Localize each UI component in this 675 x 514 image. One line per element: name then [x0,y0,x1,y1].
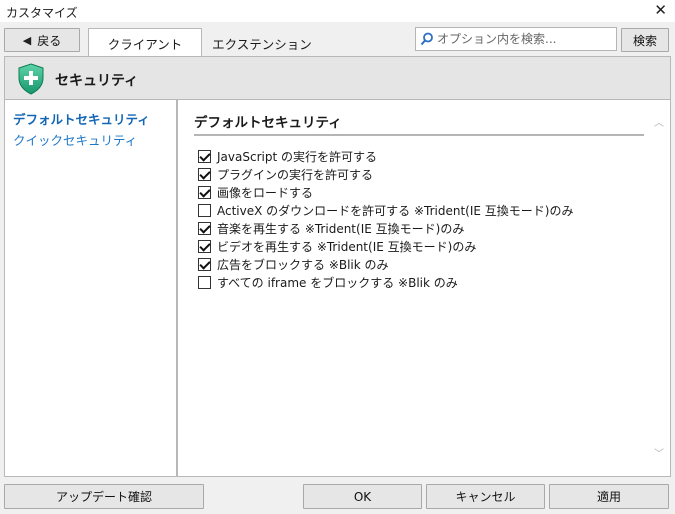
checkbox[interactable] [198,275,211,289]
option-block-ads[interactable]: 広告をブロックする ※Blik のみ [198,255,389,273]
ok-button[interactable]: OK [303,484,422,509]
checkbox[interactable] [198,203,211,217]
option-label: 広告をブロックする ※Blik のみ [217,257,389,272]
checkbox[interactable] [198,221,211,235]
window-title: カスタマイズ [6,6,78,20]
back-button[interactable]: ◀ 戻る [4,28,80,52]
back-arrow-icon: ◀ [22,33,32,47]
apply-label: 適用 [596,490,621,504]
search-button[interactable]: 検索 [621,28,669,52]
tab-extension-label: エクステンション [212,36,312,52]
option-label: 画像をロードする [217,185,314,200]
sidebar: デフォルトセキュリティ クイックセキュリティ [4,100,177,477]
tab-extension[interactable]: エクステンション [206,30,318,56]
sidebar-item-default-security[interactable]: デフォルトセキュリティ [13,109,150,128]
settings-panel: デフォルトセキュリティ JavaScript の実行を許可する プラグインの実行… [177,100,671,477]
checkbox[interactable] [198,167,211,181]
option-block-iframe[interactable]: すべての iframe をブロックする ※Blik のみ [198,273,458,291]
back-button-label: 戻る [37,33,62,48]
check-update-button[interactable]: アップデート確認 [4,484,204,509]
check-update-label: アップデート確認 [55,490,152,504]
search-button-label: 検索 [632,33,657,48]
option-plugins[interactable]: プラグインの実行を許可する [198,165,373,183]
option-label: ビデオを再生する ※Trident(IE 互換モード)のみ [217,239,477,254]
option-images[interactable]: 画像をロードする [198,183,313,201]
option-activex[interactable]: ActiveX のダウンロードを許可する ※Trident(IE 互換モード)の… [198,201,573,219]
scroll-down-icon[interactable]: ﹀ [654,445,664,460]
cancel-label: キャンセル [455,490,516,504]
tab-client-label: クライアント [107,36,183,52]
ok-label: OK [353,489,372,504]
option-label: プラグインの実行を許可する [217,167,374,182]
close-icon[interactable]: ✕ [654,1,667,19]
shield-plus-icon [18,63,44,95]
checkbox[interactable] [198,239,211,253]
option-label: JavaScript の実行を許可する [217,149,377,164]
scroll-up-icon[interactable]: ︿ [654,114,664,129]
toolbar: ◀ 戻る クライアント エクステンション 検索 [0,22,675,57]
search-icon [420,32,433,46]
checkbox[interactable] [198,257,211,271]
option-label: すべての iframe をブロックする ※Blik のみ [217,275,458,290]
page-title: セキュリティ [55,73,139,89]
option-javascript[interactable]: JavaScript の実行を許可する [198,147,377,165]
section-divider [194,134,644,136]
option-music[interactable]: 音楽を再生する ※Trident(IE 互換モード)のみ [198,219,464,237]
cancel-button[interactable]: キャンセル [426,484,545,509]
option-label: ActiveX のダウンロードを許可する ※Trident(IE 互換モード)の… [217,203,574,218]
section-title: デフォルトセキュリティ [194,115,342,131]
sidebar-item-quick-security[interactable]: クイックセキュリティ [13,130,137,149]
title-bar: カスタマイズ ✕ [0,0,675,22]
search-input[interactable] [437,32,615,46]
apply-button[interactable]: 適用 [549,484,669,509]
checkbox[interactable] [198,185,211,199]
search-box [415,27,617,51]
section-header: セキュリティ [4,56,671,100]
checkbox[interactable] [198,149,211,163]
tab-client[interactable]: クライアント [88,28,202,57]
option-video[interactable]: ビデオを再生する ※Trident(IE 互換モード)のみ [198,237,476,255]
option-label: 音楽を再生する ※Trident(IE 互換モード)のみ [217,221,465,236]
